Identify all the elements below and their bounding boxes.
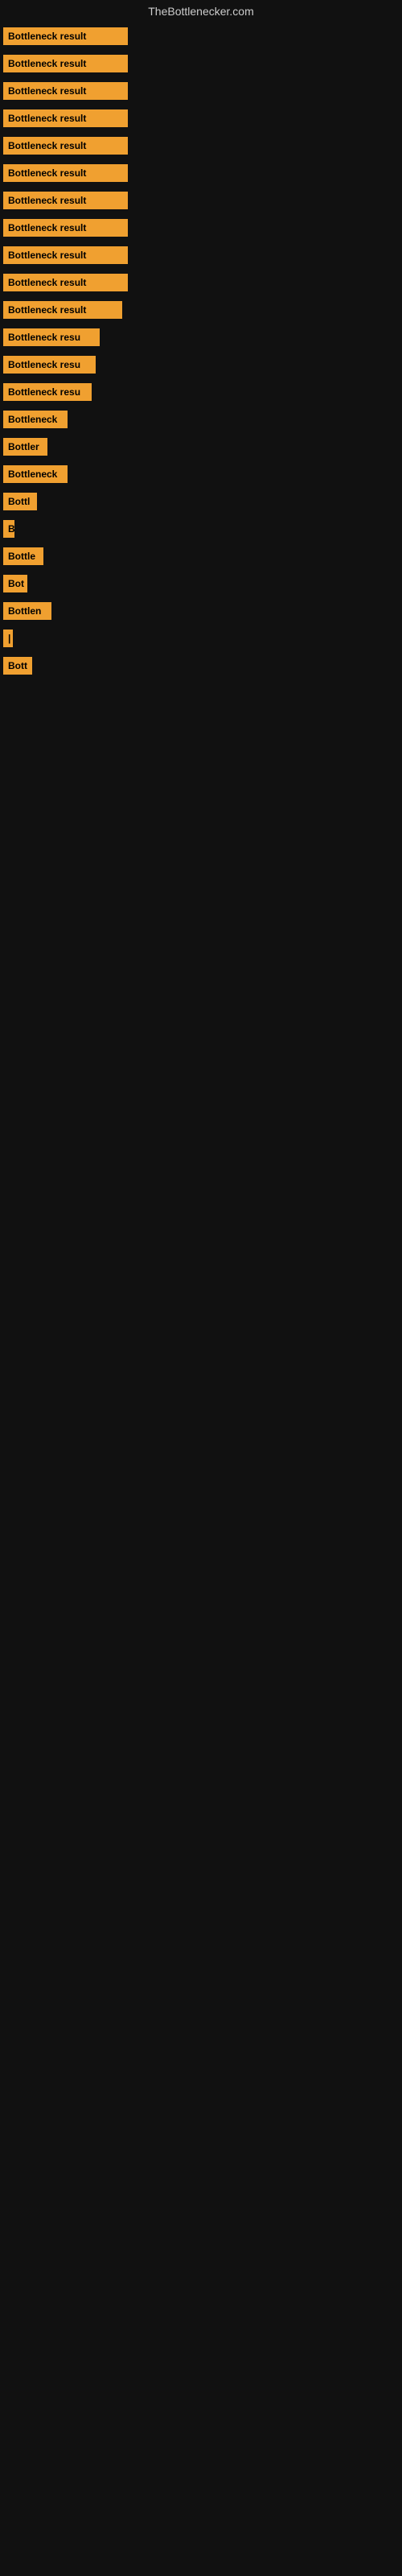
list-item: Bottleneck result bbox=[0, 242, 402, 269]
bottleneck-badge[interactable]: Bottleneck resu bbox=[3, 356, 96, 374]
list-item: Bottleneck resu bbox=[0, 324, 402, 351]
bottleneck-badge[interactable]: | bbox=[3, 630, 13, 647]
list-item: B bbox=[0, 515, 402, 543]
list-item: Bottleneck result bbox=[0, 105, 402, 132]
bottleneck-badge[interactable]: Bottleneck result bbox=[3, 246, 128, 264]
bottleneck-badge[interactable]: Bottleneck bbox=[3, 465, 68, 483]
site-title: TheBottlenecker.com bbox=[0, 0, 402, 23]
bottleneck-badge[interactable]: Bot bbox=[3, 575, 27, 592]
list-item: Bottl bbox=[0, 488, 402, 515]
list-item: Bottleneck resu bbox=[0, 378, 402, 406]
bottleneck-badge[interactable]: Bottle bbox=[3, 547, 43, 565]
list-item: Bottleneck resu bbox=[0, 351, 402, 378]
list-item: Bottleneck result bbox=[0, 159, 402, 187]
bottleneck-badge[interactable]: Bottler bbox=[3, 438, 47, 456]
bottleneck-badge[interactable]: Bottleneck resu bbox=[3, 383, 92, 401]
list-item: Bottle bbox=[0, 543, 402, 570]
list-item: Bottlen bbox=[0, 597, 402, 625]
bottleneck-badge[interactable]: Bottleneck result bbox=[3, 192, 128, 209]
bottleneck-badge[interactable]: Bottleneck bbox=[3, 411, 68, 428]
bottleneck-badge[interactable]: Bottl bbox=[3, 493, 37, 510]
list-item: Bottleneck result bbox=[0, 214, 402, 242]
list-item: Bottleneck result bbox=[0, 50, 402, 77]
list-item: | bbox=[0, 625, 402, 652]
bottleneck-badge[interactable]: Bottleneck result bbox=[3, 27, 128, 45]
bottleneck-badge[interactable]: Bottleneck result bbox=[3, 219, 128, 237]
list-item: Bottleneck result bbox=[0, 296, 402, 324]
bottleneck-badge[interactable]: Bottleneck result bbox=[3, 137, 128, 155]
bottleneck-badge[interactable]: B bbox=[3, 520, 14, 538]
list-item: Bottleneck result bbox=[0, 132, 402, 159]
bottleneck-badge[interactable]: Bott bbox=[3, 657, 32, 675]
list-item: Bottleneck result bbox=[0, 23, 402, 50]
bottleneck-badge[interactable]: Bottleneck result bbox=[3, 274, 128, 291]
bottleneck-badge[interactable]: Bottleneck result bbox=[3, 109, 128, 127]
list-item: Bot bbox=[0, 570, 402, 597]
list-item: Bottleneck bbox=[0, 406, 402, 433]
list-item: Bottleneck result bbox=[0, 187, 402, 214]
list-item: Bottleneck result bbox=[0, 77, 402, 105]
bottleneck-badge[interactable]: Bottlen bbox=[3, 602, 51, 620]
bottleneck-badge[interactable]: Bottleneck result bbox=[3, 301, 122, 319]
bottleneck-badge[interactable]: Bottleneck result bbox=[3, 55, 128, 72]
list-item: Bottleneck bbox=[0, 460, 402, 488]
bottleneck-badge[interactable]: Bottleneck result bbox=[3, 82, 128, 100]
list-item: Bottler bbox=[0, 433, 402, 460]
list-item: Bott bbox=[0, 652, 402, 679]
bottleneck-badge[interactable]: Bottleneck result bbox=[3, 164, 128, 182]
bottleneck-badge[interactable]: Bottleneck resu bbox=[3, 328, 100, 346]
list-item: Bottleneck result bbox=[0, 269, 402, 296]
